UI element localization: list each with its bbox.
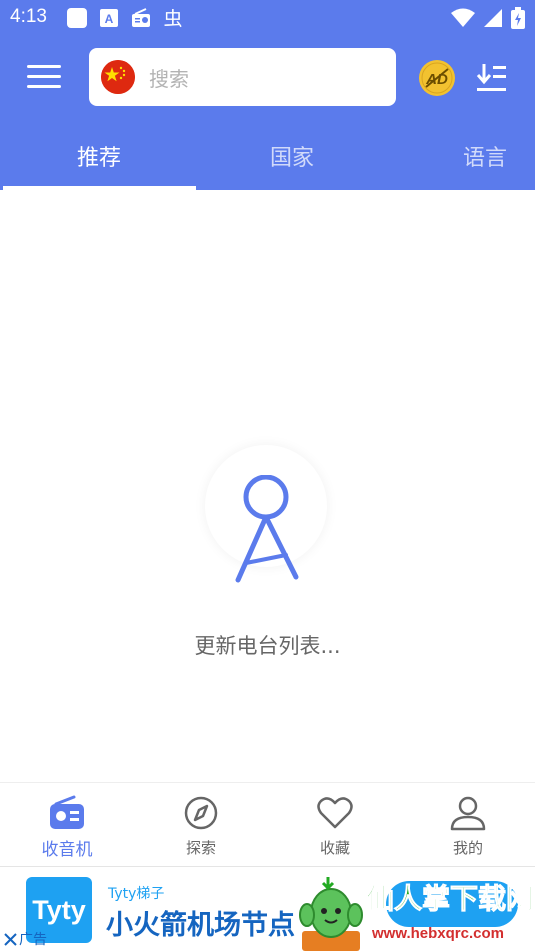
- nav-radio[interactable]: 收音机: [0, 783, 134, 867]
- loading-status-text: 更新电台列表...: [194, 634, 341, 658]
- toolbar: 搜索 AD: [0, 48, 535, 106]
- bottom-navigation: 收音机 探索 收藏 我的: [0, 782, 535, 866]
- compass-icon: [184, 796, 218, 830]
- signal-icon: [484, 9, 502, 27]
- ad-brand: Tyty梯子: [108, 886, 165, 902]
- battery-icon: [511, 7, 525, 29]
- watermark-url: www.hebxqrc.com: [372, 925, 504, 942]
- station-list-area: 更新电台列表...: [0, 190, 535, 782]
- status-time: 4:13: [10, 6, 47, 27]
- menu-icon[interactable]: [26, 60, 62, 94]
- tab-country[interactable]: 国家: [270, 140, 314, 172]
- tab-bar: 推荐 国家 语言: [0, 126, 535, 190]
- nav-profile-label: 我的: [452, 839, 483, 857]
- nav-profile[interactable]: 我的: [401, 783, 535, 867]
- radio-icon: [132, 8, 150, 27]
- ad-banner[interactable]: Tyty 广告 Tyty梯子 小火箭机场节点 仙人掌下载网 www.hebxqr…: [0, 866, 535, 952]
- tab-language[interactable]: 语言: [463, 140, 507, 172]
- nav-radio-label: 收音机: [41, 840, 93, 860]
- wifi-icon: [451, 8, 475, 27]
- status-bar: 4:13 A 虫: [0, 0, 535, 36]
- tab-recommend[interactable]: 推荐: [77, 140, 121, 172]
- nav-explore-label: 探索: [185, 839, 216, 857]
- watermark-text: 仙人掌下载网: [365, 882, 535, 916]
- svg-text:虫: 虫: [163, 8, 182, 29]
- app-header: 4:13 A 虫 搜索 AD 推荐 国家 语言: [0, 0, 535, 190]
- ad-remove-icon[interactable]: AD: [418, 59, 456, 97]
- china-flag-icon[interactable]: [101, 60, 135, 94]
- download-sort-icon[interactable]: [476, 62, 508, 92]
- svg-text:A: A: [105, 12, 114, 26]
- search-placeholder: 搜索: [149, 67, 189, 91]
- search-input[interactable]: 搜索: [89, 48, 396, 106]
- ad-title: 小火箭机场节点: [106, 910, 295, 941]
- close-icon: [4, 932, 17, 946]
- radio-icon: [50, 795, 84, 829]
- square-notification-icon: [67, 8, 87, 28]
- ad-close-button[interactable]: 广告: [4, 929, 47, 949]
- a-font-icon: A: [100, 9, 118, 27]
- nav-favorites[interactable]: 收藏: [268, 783, 402, 867]
- person-icon: [450, 796, 486, 831]
- ad-label: 广告: [19, 932, 47, 948]
- heart-icon: [317, 797, 353, 829]
- bug-icon: 虫: [163, 8, 182, 29]
- cactus-logo-icon: [299, 877, 363, 951]
- nav-explore[interactable]: 探索: [134, 783, 268, 867]
- nav-favorites-label: 收藏: [319, 839, 350, 857]
- radio-tower-icon: [235, 475, 299, 583]
